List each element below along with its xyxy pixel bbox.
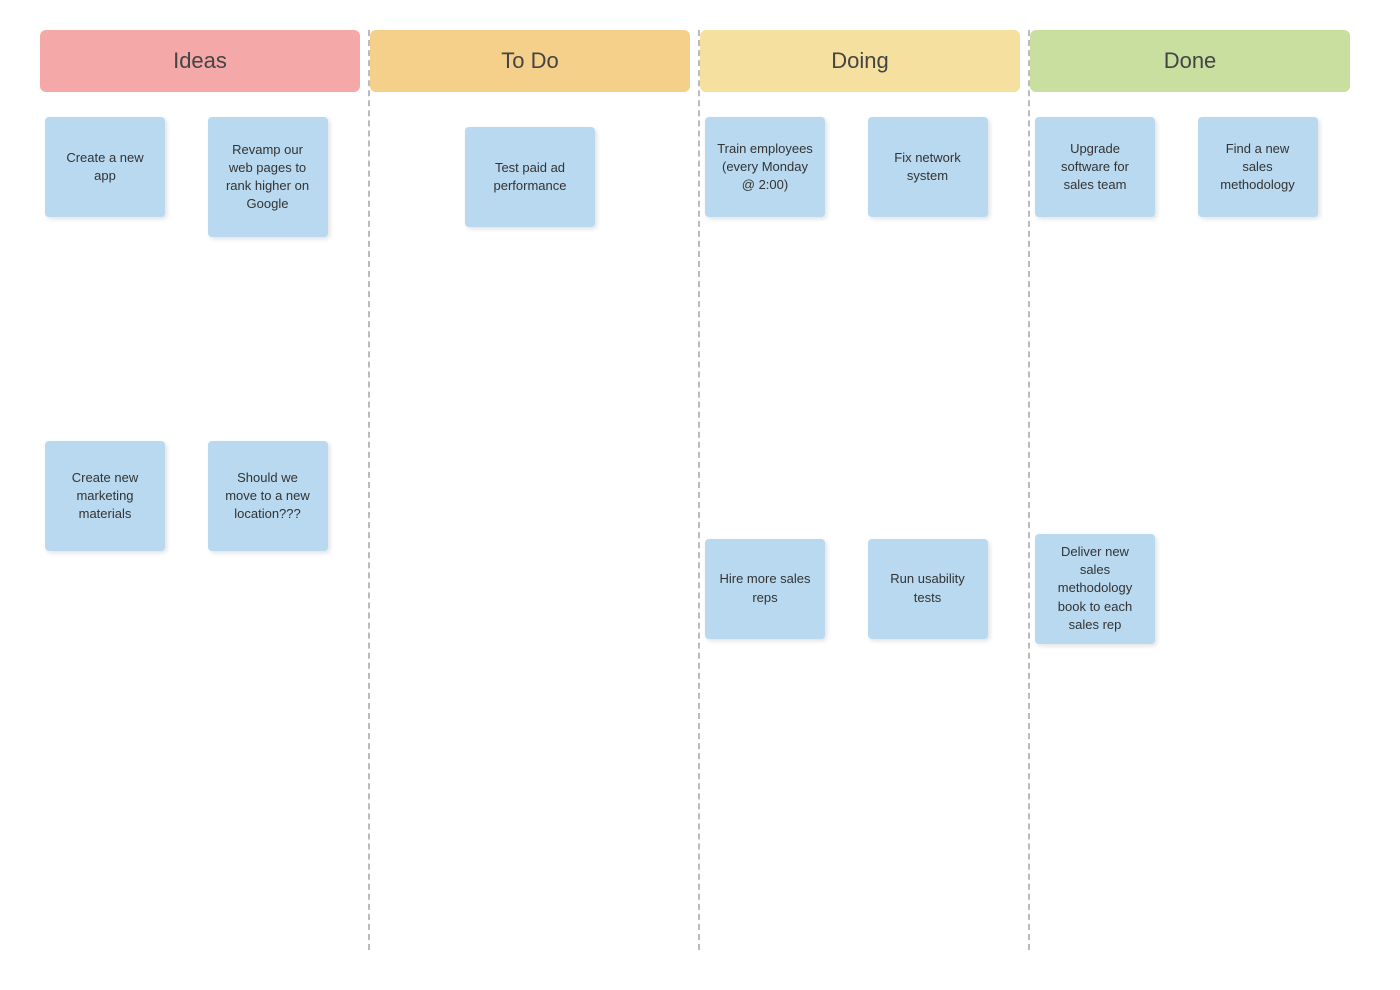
column-body-done: Upgrade software for sales team Find a n… <box>1030 112 1360 950</box>
column-ideas: Ideas Create a new app Revamp our web pa… <box>40 30 370 950</box>
card-doing-4[interactable]: Run usability tests <box>868 539 988 639</box>
column-header-ideas: Ideas <box>40 30 360 92</box>
card-doing-3[interactable]: Hire more sales reps <box>705 539 825 639</box>
column-body-todo: Test paid ad performance <box>370 112 700 950</box>
column-doing: Doing Train employees (every Monday @ 2:… <box>700 30 1030 950</box>
card-idea-4[interactable]: Should we move to a new location??? <box>208 441 328 551</box>
card-todo-1[interactable]: Test paid ad performance <box>465 127 595 227</box>
card-idea-2[interactable]: Revamp our web pages to rank higher on G… <box>208 117 328 237</box>
column-header-todo: To Do <box>370 30 690 92</box>
card-done-2[interactable]: Find a new sales methodology <box>1198 117 1318 217</box>
column-todo: To Do Test paid ad performance <box>370 30 700 950</box>
card-doing-2[interactable]: Fix network system <box>868 117 988 217</box>
card-done-1[interactable]: Upgrade software for sales team <box>1035 117 1155 217</box>
kanban-board: Ideas Create a new app Revamp our web pa… <box>40 30 1360 950</box>
card-idea-3[interactable]: Create new marketing materials <box>45 441 165 551</box>
column-header-done: Done <box>1030 30 1350 92</box>
column-header-doing: Doing <box>700 30 1020 92</box>
card-idea-1[interactable]: Create a new app <box>45 117 165 217</box>
card-doing-1[interactable]: Train employees (every Monday @ 2:00) <box>705 117 825 217</box>
card-done-3[interactable]: Deliver new sales methodology book to ea… <box>1035 534 1155 644</box>
column-done: Done Upgrade software for sales team Fin… <box>1030 30 1360 950</box>
column-body-doing: Train employees (every Monday @ 2:00) Fi… <box>700 112 1030 950</box>
column-body-ideas: Create a new app Revamp our web pages to… <box>40 112 370 950</box>
